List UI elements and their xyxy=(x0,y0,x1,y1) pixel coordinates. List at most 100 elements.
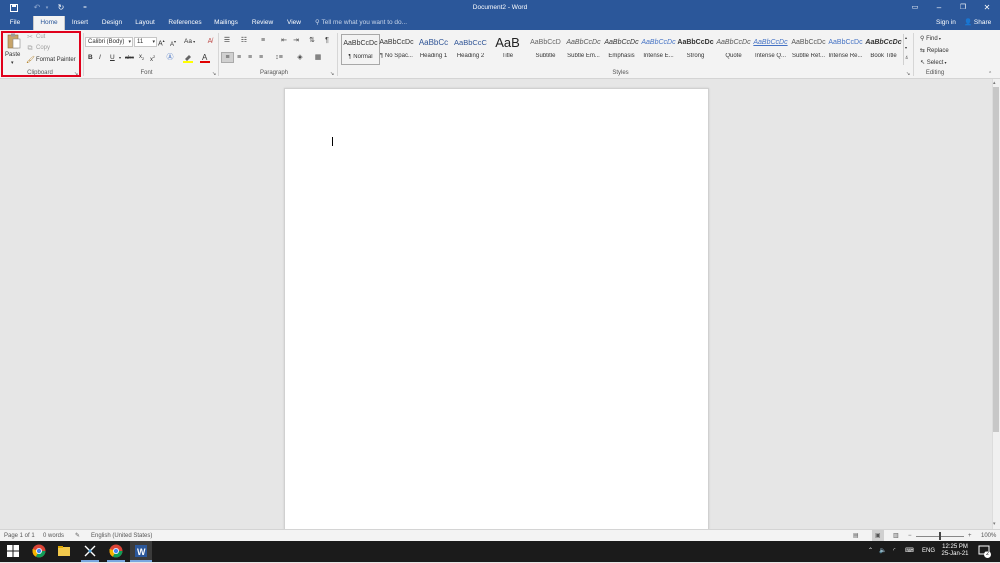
text-effects-icon[interactable]: Ⓐ xyxy=(165,53,175,62)
grow-font-button[interactable]: A▴ xyxy=(158,38,165,47)
style-preview: AaBbCcDc xyxy=(379,39,414,46)
style-name: Book Title xyxy=(870,53,897,59)
chevron-up-icon[interactable]: ▴ xyxy=(905,35,907,40)
highlight-icon[interactable] xyxy=(183,53,193,66)
svg-text:W: W xyxy=(137,547,146,557)
close-icon[interactable]: ✕ xyxy=(980,0,994,16)
tab-references[interactable]: References xyxy=(165,16,205,30)
snipping-tool-icon[interactable] xyxy=(83,544,97,558)
show-formatting-marks-icon[interactable]: ¶ xyxy=(322,36,332,45)
style-tile[interactable]: AaBbCc Heading 1 xyxy=(415,34,452,63)
tab-view[interactable]: View xyxy=(283,16,305,30)
line-spacing-icon[interactable]: ↕≡ xyxy=(273,53,285,62)
style-tile[interactable]: AaBbCcD Subtitle xyxy=(527,34,564,63)
superscript-button[interactable]: x2 xyxy=(150,54,155,63)
more-styles-icon[interactable]: ≚ xyxy=(905,55,908,60)
tab-mailings[interactable]: Mailings xyxy=(210,16,242,30)
style-tile[interactable]: AaBbCcDc Subtle Ref... xyxy=(790,34,827,63)
styles-scroll[interactable]: ▴ ▾ ≚ xyxy=(903,34,911,65)
subscript-button[interactable]: x2 xyxy=(139,54,144,61)
collapse-ribbon-icon[interactable]: ⌃ xyxy=(988,70,992,79)
show-hidden-icons-icon[interactable]: ⌃ xyxy=(868,541,873,562)
style-tile[interactable]: AaBbCcDc Intense Re... xyxy=(827,34,864,63)
volume-icon[interactable]: 🔈 xyxy=(879,541,886,562)
document-page[interactable] xyxy=(284,88,709,530)
underline-dropdown-icon[interactable]: ▾ xyxy=(119,55,121,60)
select-button[interactable]: ↖ Select ▾ xyxy=(920,59,947,66)
decrease-indent-icon[interactable]: ⇤ xyxy=(279,36,289,45)
chevron-down-icon[interactable]: ▾ xyxy=(905,45,907,50)
change-case-button[interactable]: Aa ▾ xyxy=(184,38,195,45)
clear-formatting-icon[interactable]: A̸ xyxy=(205,37,215,46)
scrollbar-thumb[interactable] xyxy=(993,87,999,432)
chrome-icon[interactable] xyxy=(109,544,123,558)
tab-review[interactable]: Review xyxy=(249,16,276,30)
keyboard-icon[interactable]: ⌨ xyxy=(905,541,914,562)
style-tile[interactable]: AaBbCcDc Intense Q... xyxy=(752,34,789,63)
borders-icon[interactable]: ▦ xyxy=(312,53,324,62)
tab-home[interactable]: Home xyxy=(33,16,65,30)
bold-button[interactable]: B xyxy=(88,54,93,61)
file-explorer-icon[interactable] xyxy=(57,544,71,558)
numbering-icon[interactable]: ☷ xyxy=(239,36,249,45)
style-tile[interactable]: AaBbCcDc Book Title xyxy=(865,34,902,63)
zoom-slider-thumb[interactable] xyxy=(939,532,941,540)
action-center-icon[interactable]: 2 xyxy=(978,545,991,558)
scroll-up-icon[interactable]: ▴ xyxy=(993,80,996,86)
font-name-select[interactable]: Calibri (Body) ▾ xyxy=(85,37,133,47)
shrink-font-button[interactable]: A▾ xyxy=(170,39,176,48)
paragraph-dialog-launcher-icon[interactable]: ↘ xyxy=(330,70,334,79)
font-color-icon[interactable]: A xyxy=(200,53,210,66)
tell-me-search[interactable]: ⚲ Tell me what you want to do... xyxy=(315,16,407,30)
font-group-label: Font xyxy=(140,70,153,76)
style-name: Emphasis xyxy=(608,53,635,59)
share-button[interactable]: 👤 Share xyxy=(964,16,991,30)
style-name: Heading 1 xyxy=(419,53,448,59)
network-icon[interactable]: ◜ xyxy=(893,541,895,562)
styles-dialog-launcher-icon[interactable]: ↘ xyxy=(906,70,910,79)
bullets-icon[interactable]: ☰ xyxy=(222,36,232,45)
increase-indent-icon[interactable]: ⇥ xyxy=(291,36,301,45)
clock[interactable]: 12:25 PM 25-Jan-21 xyxy=(940,544,970,558)
style-tile[interactable]: AaBbCcDc ¶ Normal xyxy=(341,34,380,65)
style-tile[interactable]: AaBbCcDc Subtle Em... xyxy=(565,34,602,63)
style-tile[interactable]: AaBbCcDc Intense E... xyxy=(640,34,677,63)
style-tile[interactable]: AaBbCcDc Emphasis xyxy=(603,34,640,63)
find-button[interactable]: ⚲ Find ▾ xyxy=(920,35,941,42)
scroll-down-icon[interactable]: ▾ xyxy=(993,521,996,527)
notification-badge: 2 xyxy=(984,551,991,558)
word-taskbar-button[interactable]: W xyxy=(130,541,152,562)
windows-start-icon[interactable] xyxy=(7,544,21,558)
sign-in-link[interactable]: Sign in xyxy=(936,16,956,30)
style-tile[interactable]: AaB Title xyxy=(489,34,526,63)
style-preview: AaBbCcDc xyxy=(343,40,378,47)
font-size-select[interactable]: 11 ▾ xyxy=(134,37,157,47)
align-center-icon[interactable]: ≡ xyxy=(234,53,244,62)
style-tile[interactable]: AaBbCcDc Strong xyxy=(677,34,714,63)
italic-button[interactable]: I xyxy=(99,54,101,61)
style-tile[interactable]: AaBbCcDc ¶ No Spac... xyxy=(378,34,415,63)
shading-icon[interactable]: ◈ xyxy=(294,53,306,62)
sort-icon[interactable]: ⇅ xyxy=(307,36,317,45)
tab-layout[interactable]: Layout xyxy=(131,16,159,30)
style-preview: AaBbCcDc xyxy=(828,39,863,46)
replace-button[interactable]: ⇆ Replace xyxy=(920,47,949,54)
ribbon-display-options-icon[interactable]: ▭ xyxy=(908,0,922,16)
style-tile[interactable]: AaBbCcC Heading 2 xyxy=(452,34,489,63)
align-right-icon[interactable]: ≡ xyxy=(245,53,255,62)
tab-file[interactable]: File xyxy=(4,16,26,30)
tab-insert[interactable]: Insert xyxy=(67,16,93,30)
input-language[interactable]: ENG xyxy=(922,541,935,562)
strikethrough-button[interactable]: abc xyxy=(125,55,134,61)
chrome-icon[interactable] xyxy=(32,544,46,558)
restore-icon[interactable]: ❐ xyxy=(956,0,970,16)
style-tile[interactable]: AaBbCcDc Quote xyxy=(715,34,752,63)
tab-design[interactable]: Design xyxy=(98,16,126,30)
align-left-icon[interactable]: ≡ xyxy=(221,52,234,63)
style-name: ¶ No Spac... xyxy=(380,53,413,59)
font-dialog-launcher-icon[interactable]: ↘ xyxy=(212,70,216,79)
underline-button[interactable]: U xyxy=(110,54,115,61)
justify-icon[interactable]: ≡ xyxy=(256,53,266,62)
multilevel-list-icon[interactable]: ≡ xyxy=(258,36,268,45)
minimize-icon[interactable]: – xyxy=(932,0,946,16)
